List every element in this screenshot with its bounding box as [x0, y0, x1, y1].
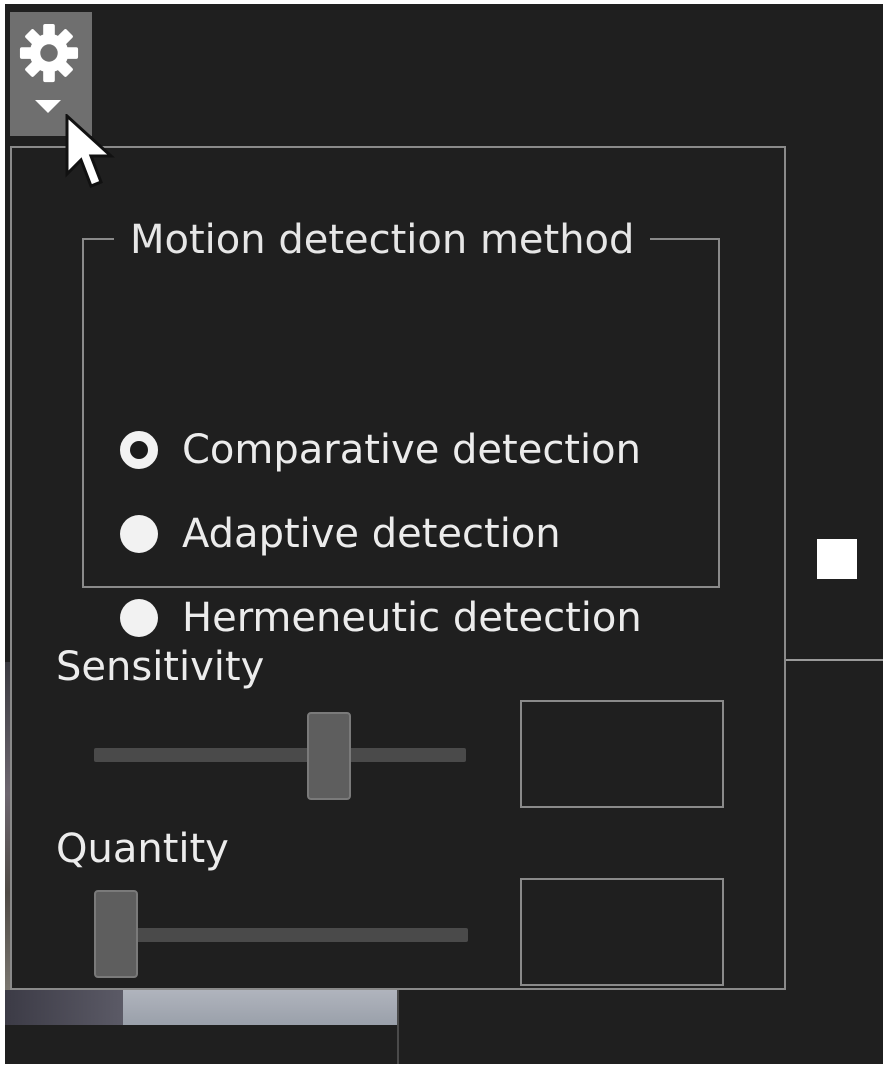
divider [785, 659, 883, 661]
radio-option-comparative[interactable]: Comparative detection [120, 422, 641, 478]
white-marker [817, 539, 857, 579]
radio-label: Adaptive detection [182, 511, 561, 557]
motion-method-group: Motion detection method Comparative dete… [82, 214, 720, 641]
motion-settings-panel: Motion detection method Comparative dete… [10, 146, 786, 990]
radio-button[interactable] [120, 515, 158, 553]
sensitivity-slider-thumb[interactable] [307, 712, 352, 800]
group-legend: Motion detection method [114, 214, 651, 266]
gear-icon [19, 23, 79, 83]
quantity-value-field[interactable] [520, 878, 724, 986]
radio-button-selected[interactable] [120, 431, 158, 469]
quantity-label: Quantity [56, 826, 229, 872]
sensitivity-value-field[interactable] [520, 700, 724, 808]
sensitivity-label: Sensitivity [56, 644, 265, 690]
background-video-strip [123, 990, 397, 1025]
app-window: Motion detection method Comparative dete… [5, 4, 883, 1064]
mouse-cursor-icon [65, 114, 115, 188]
radio-label: Hermeneutic detection [182, 595, 642, 641]
quantity-slider-track[interactable] [94, 928, 468, 942]
radio-label: Comparative detection [182, 427, 641, 473]
quantity-slider-thumb[interactable] [94, 890, 138, 978]
sensitivity-slider-track[interactable] [94, 748, 466, 762]
radio-button[interactable] [120, 599, 158, 637]
radio-option-adaptive[interactable]: Adaptive detection [120, 506, 561, 562]
divider [397, 990, 399, 1064]
background-video-strip [5, 990, 123, 1025]
caret-down-icon [35, 100, 61, 113]
radio-option-hermeneutic[interactable]: Hermeneutic detection [120, 590, 642, 646]
